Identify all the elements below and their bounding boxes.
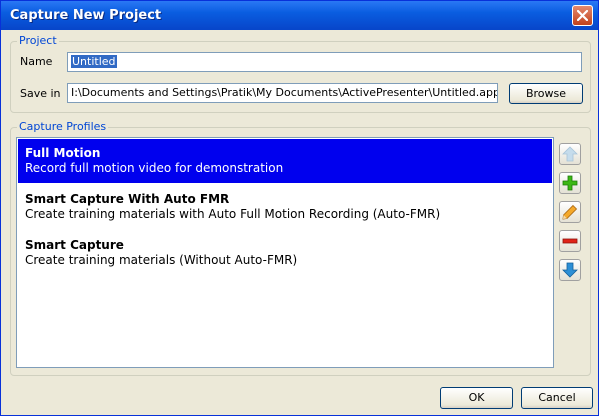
profile-item-smart-capture-auto-fmr[interactable]: Smart Capture With Auto FMR Create train… bbox=[18, 185, 552, 229]
profile-description: Create training materials with Auto Full… bbox=[25, 207, 441, 221]
name-label: Name bbox=[20, 55, 53, 68]
profile-list[interactable]: Full Motion Record full motion video for… bbox=[16, 137, 554, 368]
save-in-label: Save in bbox=[20, 87, 61, 100]
profile-item-smart-capture[interactable]: Smart Capture Create training materials … bbox=[18, 231, 552, 275]
profile-description: Create training materials (Without Auto-… bbox=[25, 253, 298, 267]
ok-button[interactable]: OK bbox=[440, 387, 513, 409]
name-input[interactable]: Untitled bbox=[67, 52, 582, 72]
move-up-button[interactable] bbox=[559, 143, 581, 165]
pencil-icon bbox=[562, 204, 578, 220]
add-profile-button[interactable] bbox=[559, 172, 581, 194]
arrow-up-icon bbox=[562, 146, 578, 162]
minus-icon bbox=[562, 238, 578, 244]
title-bar[interactable]: Capture New Project bbox=[1, 1, 598, 30]
plus-icon bbox=[562, 175, 578, 191]
capture-new-project-dialog: Capture New Project Project Name Untitle… bbox=[0, 0, 599, 416]
arrow-down-icon bbox=[562, 262, 578, 278]
profile-description: Record full motion video for demonstrati… bbox=[25, 161, 284, 175]
capture-profiles-legend: Capture Profiles bbox=[17, 120, 109, 133]
edit-profile-button[interactable] bbox=[559, 201, 581, 223]
profile-name: Smart Capture With Auto FMR bbox=[25, 192, 230, 206]
remove-profile-button[interactable] bbox=[559, 230, 581, 252]
close-icon bbox=[577, 10, 588, 21]
dialog-body: Project Name Untitled Save in I:\Documen… bbox=[4, 30, 595, 414]
name-value: Untitled bbox=[71, 55, 117, 68]
move-down-button[interactable] bbox=[559, 259, 581, 281]
profile-item-full-motion[interactable]: Full Motion Record full motion video for… bbox=[18, 139, 552, 183]
profile-name: Smart Capture bbox=[25, 238, 124, 252]
window-title: Capture New Project bbox=[10, 8, 162, 23]
browse-button[interactable]: Browse bbox=[509, 83, 583, 104]
profile-name: Full Motion bbox=[25, 146, 101, 160]
save-path-input[interactable]: I:\Documents and Settings\Pratik\My Docu… bbox=[67, 83, 498, 103]
close-button[interactable] bbox=[572, 5, 593, 26]
project-legend: Project bbox=[17, 34, 59, 47]
cancel-button[interactable]: Cancel bbox=[521, 387, 593, 409]
